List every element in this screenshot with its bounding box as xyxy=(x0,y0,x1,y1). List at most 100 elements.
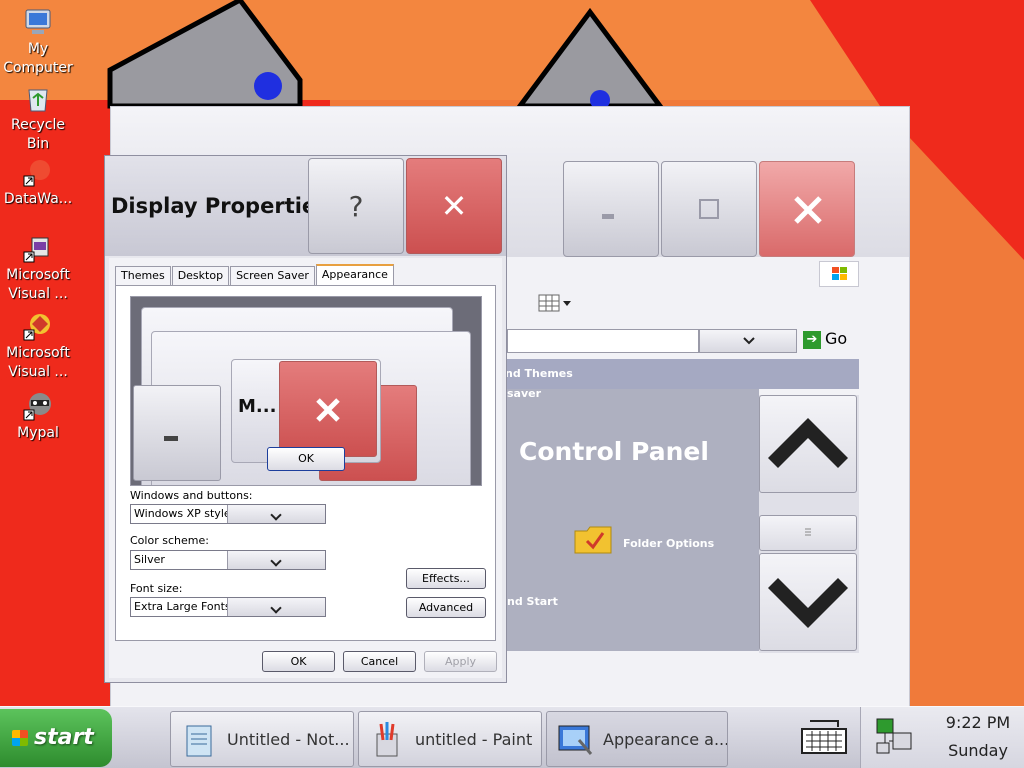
desktop-icon-recycle-bin[interactable]: Recycle Bin xyxy=(0,82,76,154)
desktop-icon-microsoft-visual-1[interactable]: Microsoft Visual ... xyxy=(0,232,76,304)
desktop-icon-label: Microsoft Visual ... xyxy=(6,267,70,302)
category-band: nd Themes xyxy=(505,359,859,389)
maximize-icon xyxy=(699,199,719,219)
close-icon xyxy=(316,398,340,422)
advanced-button[interactable]: Advanced xyxy=(406,597,486,618)
desktop-icon-label: Recycle Bin xyxy=(11,117,65,152)
font-size-label: Font size: xyxy=(130,582,183,595)
views-grid-icon xyxy=(538,294,571,312)
cancel-button[interactable]: Cancel xyxy=(343,651,416,672)
scroll-up-button[interactable] xyxy=(759,395,857,493)
close-icon: ✕ xyxy=(440,187,468,225)
dialog-close-button[interactable]: ✕ xyxy=(406,158,502,254)
chevron-down-icon[interactable] xyxy=(227,598,325,616)
clock-day: Sunday xyxy=(948,741,1008,760)
taskbar-item-label: Untitled - Not... xyxy=(227,730,350,749)
desktop-icon-datawa[interactable]: DataWa... xyxy=(0,156,76,209)
dialog-tabs: Themes Desktop Screen Saver Appearance xyxy=(115,264,395,286)
tab-themes[interactable]: Themes xyxy=(115,266,171,286)
preview-close-button xyxy=(279,361,377,457)
views-button[interactable] xyxy=(537,291,577,315)
arrow-down-icon xyxy=(768,578,848,628)
my-computer-icon xyxy=(25,9,51,34)
taskbar-item-notepad[interactable]: Untitled - Not... xyxy=(170,711,354,767)
windows-buttons-label: Windows and buttons: xyxy=(130,489,253,502)
start-label: start xyxy=(34,725,94,750)
content-scrollbar[interactable] xyxy=(759,395,859,653)
ok-button[interactable]: OK xyxy=(262,651,335,672)
help-button[interactable]: ? xyxy=(308,158,404,254)
minimize-button[interactable] xyxy=(563,161,659,257)
windows-logo xyxy=(819,261,859,287)
start-button[interactable]: start xyxy=(0,709,112,767)
desktop-icon-label: Mypal xyxy=(17,425,59,441)
taskbar-item-appearance[interactable]: Appearance a... xyxy=(546,711,728,767)
folder-options-icon xyxy=(574,526,612,554)
address-dropdown-button[interactable] xyxy=(699,329,797,353)
chevron-down-icon[interactable] xyxy=(227,551,325,569)
dialog-titlebar[interactable]: Display Properties ? ✕ xyxy=(105,156,506,256)
font-size-select[interactable]: Extra Large Fonts xyxy=(130,597,326,617)
desktop-icon-my-computer[interactable]: My Computer xyxy=(0,6,76,78)
notepad-icon xyxy=(186,725,212,757)
color-scheme-select[interactable]: Silver xyxy=(130,550,326,570)
scroll-down-button[interactable] xyxy=(759,553,857,651)
font-size-value: Extra Large Fonts xyxy=(134,600,231,613)
chevron-down-icon[interactable] xyxy=(227,505,325,523)
visual-studio-shortcut-icon xyxy=(23,237,49,263)
visual-basic-shortcut-icon xyxy=(23,314,50,341)
paint-icon xyxy=(376,722,398,757)
maximize-button[interactable] xyxy=(661,161,757,257)
preview-ok-button: OK xyxy=(267,447,345,471)
display-properties-icon xyxy=(558,725,593,755)
keyboard-icon[interactable] xyxy=(800,717,848,757)
desktop-icon-mypal[interactable]: Mypal xyxy=(0,390,76,443)
minimize-icon xyxy=(164,436,178,441)
taskbar-item-label: untitled - Paint xyxy=(415,730,533,749)
clock-time: 9:22 PM xyxy=(945,713,1011,732)
folder-options-link[interactable]: Folder Options xyxy=(623,537,714,550)
address-input[interactable] xyxy=(507,329,699,353)
windows-buttons-select[interactable]: Windows XP style xyxy=(130,504,326,524)
minimize-icon xyxy=(602,214,614,219)
grip-icon xyxy=(805,528,811,536)
dialog-title: Display Properties xyxy=(111,194,329,218)
taskbar: start Untitled - Not... untitled - Paint… xyxy=(0,706,1024,768)
mypal-raccoon-icon xyxy=(23,393,51,421)
appearance-pane: M... OK Windows and buttons: Windows XP … xyxy=(115,285,496,641)
appearance-preview: M... OK xyxy=(130,296,482,486)
desktop-icon-label: DataWa... xyxy=(3,191,73,207)
go-label: Go xyxy=(825,329,848,348)
color-scheme-value: Silver xyxy=(134,553,165,566)
windows-flag-icon xyxy=(832,267,847,280)
help-icon: ? xyxy=(348,189,364,223)
tab-desktop[interactable]: Desktop xyxy=(171,266,230,286)
desktop-icon-microsoft-visual-2[interactable]: Microsoft Visual ... xyxy=(0,310,76,382)
dialog-client-area: Themes Desktop Screen Saver Appearance M… xyxy=(109,258,502,678)
tab-appearance[interactable]: Appearance xyxy=(315,264,394,286)
tab-screen-saver[interactable]: Screen Saver xyxy=(230,266,315,286)
preview-minimize-button xyxy=(133,385,221,481)
control-panel-heading: Control Panel xyxy=(519,437,709,466)
windows-buttons-value: Windows XP style xyxy=(134,507,231,520)
close-button[interactable] xyxy=(759,161,855,257)
effects-button[interactable]: Effects... xyxy=(406,568,486,589)
arrow-up-icon xyxy=(768,418,848,468)
system-tray: 9:22 PM Sunday xyxy=(860,707,1024,768)
taskbar-item-paint[interactable]: untitled - Paint xyxy=(358,711,542,767)
screen-saver-link[interactable]: saver xyxy=(507,389,541,400)
desktop-icon-label: My Computer xyxy=(3,41,73,76)
recycle-bin-icon xyxy=(28,89,48,112)
taskbar-start-link[interactable]: nd Start xyxy=(507,595,558,608)
color-scheme-label: Color scheme: xyxy=(130,534,209,547)
chevron-down-icon xyxy=(743,337,755,345)
display-properties-dialog: Display Properties ? ✕ Themes Desktop Sc… xyxy=(104,155,507,683)
scroll-thumb[interactable] xyxy=(759,515,857,551)
apply-button[interactable]: Apply xyxy=(424,651,497,672)
control-panel-content: saver Control Panel Folder Options nd St… xyxy=(505,389,759,651)
close-icon xyxy=(794,196,822,224)
taskbar-item-label: Appearance a... xyxy=(603,730,728,749)
network-icon[interactable] xyxy=(873,715,917,759)
go-button[interactable]: ➔ Go xyxy=(803,329,847,349)
datawa-shortcut-icon xyxy=(23,160,50,187)
